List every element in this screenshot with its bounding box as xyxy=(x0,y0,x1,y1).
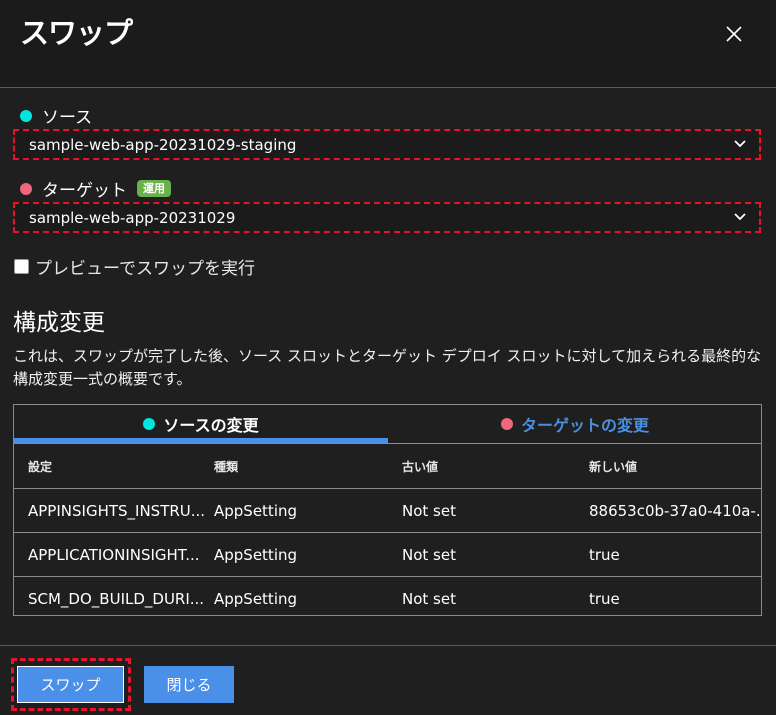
swap-dialog: スワップ ソース sample-web-app-20231029-staging… xyxy=(0,0,776,715)
old-value: Not set xyxy=(402,589,456,608)
target-label-row: ターゲット 運用 xyxy=(20,176,171,201)
old-value: Not set xyxy=(402,501,456,520)
preview-checkbox-label: プレビューでスワップを実行 xyxy=(35,259,255,279)
column-header-type: 種類 xyxy=(214,459,239,474)
source-dot-icon xyxy=(20,109,32,122)
changes-tabs: ソースの変更 ターゲットの変更 xyxy=(14,405,761,444)
config-changes-description: これは、スワップが完了した後、ソース スロットとターゲット デプロイ スロットに… xyxy=(13,347,762,388)
setting-name: APPLICATIONINSIGHT... xyxy=(28,545,200,564)
table-row: APPINSIGHTS_INSTRU... AppSetting Not set… xyxy=(14,489,761,533)
tab-source-changes[interactable]: ソースの変更 xyxy=(14,405,388,442)
swap-button[interactable]: スワップ xyxy=(17,666,124,703)
preview-option[interactable]: プレビューでスワップを実行 xyxy=(14,254,255,279)
config-changes-table: ソースの変更 ターゲットの変更 設定 種類 古い値 新しい値 APPINSIGH… xyxy=(13,404,762,616)
target-select-value: sample-web-app-20231029 xyxy=(29,208,236,227)
new-value: true xyxy=(589,589,620,608)
source-dot-icon xyxy=(143,417,156,430)
new-value: true xyxy=(589,545,620,564)
target-label: ターゲット xyxy=(42,181,127,201)
target-dot-icon xyxy=(20,182,32,195)
close-icon[interactable] xyxy=(722,22,746,46)
source-select-value: sample-web-app-20231029-staging xyxy=(29,135,297,154)
chevron-down-icon xyxy=(734,213,746,221)
production-badge: 運用 xyxy=(137,180,171,197)
target-select[interactable]: sample-web-app-20231029 xyxy=(13,202,761,233)
active-tab-indicator xyxy=(14,438,388,443)
dialog-header: スワップ xyxy=(0,0,776,88)
table-row: SCM_DO_BUILD_DURI... AppSetting Not set … xyxy=(14,577,761,620)
setting-type: AppSetting xyxy=(214,501,298,520)
column-header-old-value: 古い値 xyxy=(402,459,439,474)
table-header: 設定 種類 古い値 新しい値 xyxy=(14,444,761,489)
column-header-setting: 設定 xyxy=(28,459,53,474)
column-header-new-value: 新しい値 xyxy=(589,459,638,474)
setting-type: AppSetting xyxy=(214,545,298,564)
config-changes-title: 構成変更 xyxy=(13,310,105,336)
tab-source-label: ソースの変更 xyxy=(163,415,259,435)
chevron-down-icon xyxy=(734,140,746,148)
new-value: 88653c0b-37a0-410a-... xyxy=(589,501,761,520)
preview-checkbox[interactable] xyxy=(14,259,29,274)
table-row: APPLICATIONINSIGHT... AppSetting Not set… xyxy=(14,533,761,577)
setting-name: SCM_DO_BUILD_DURI... xyxy=(28,589,205,608)
setting-type: AppSetting xyxy=(214,589,298,608)
source-label-row: ソース xyxy=(20,103,92,128)
tab-target-changes[interactable]: ターゲットの変更 xyxy=(388,405,762,442)
source-select[interactable]: sample-web-app-20231029-staging xyxy=(13,129,761,160)
setting-name: APPINSIGHTS_INSTRU... xyxy=(28,501,206,520)
close-button[interactable]: 閉じる xyxy=(144,666,234,703)
tab-target-label: ターゲットの変更 xyxy=(520,415,649,435)
target-dot-icon xyxy=(500,417,513,430)
old-value: Not set xyxy=(402,545,456,564)
footer-divider xyxy=(0,645,776,646)
dialog-title: スワップ xyxy=(20,16,133,50)
source-label: ソース xyxy=(42,108,93,128)
